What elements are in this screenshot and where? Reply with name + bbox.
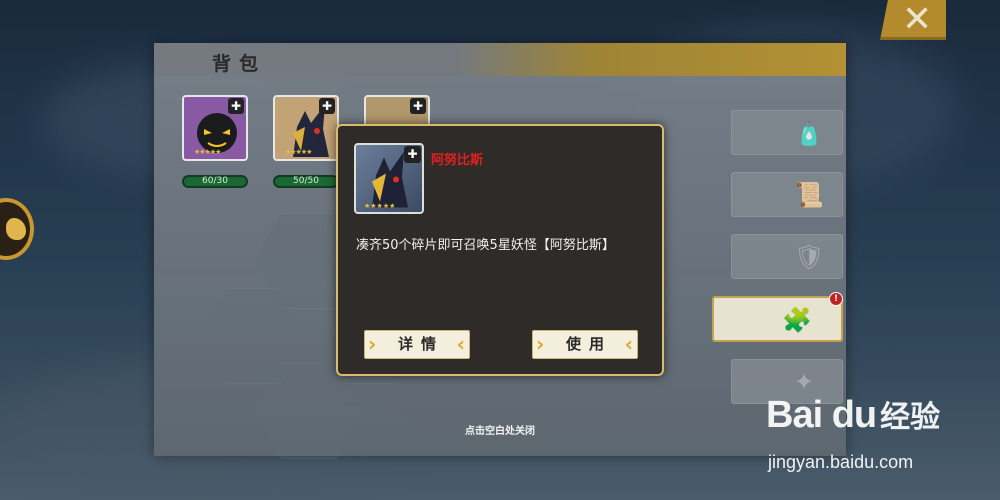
watermark: Bai du 经验 jingyan.baidu.com [766, 392, 941, 472]
item-count-1: 60/30 [182, 175, 248, 188]
item-name: 阿努比斯 [431, 153, 484, 168]
portrait-stars: ★★★★★ [364, 202, 396, 210]
watermark-cn: 经验 [880, 400, 941, 435]
anubis-portrait: ✚ ★★★★★ [354, 143, 424, 214]
item-detail-dialog: ✚ ★★★★★ 阿努比斯 凑齐50个碎片即可召唤5星妖怪【阿努比斯】 › 详情 … [336, 124, 664, 376]
puzzle-icon: ✚ [404, 146, 421, 163]
chevron-right-icon: › [536, 332, 545, 356]
details-label: 详情 [397, 335, 444, 353]
puzzle-icon: ✚ [319, 98, 335, 114]
item-description: 凑齐50个碎片即可召唤5星妖怪【阿努比斯】 [356, 238, 615, 253]
puzzle-icon: ✚ [410, 98, 426, 114]
chevron-left-icon: ‹ [624, 332, 633, 356]
panel-header: 背包 [154, 43, 846, 76]
creature-icon [6, 218, 26, 240]
watermark-url: jingyan.baidu.com [768, 452, 914, 472]
armor-icon: 🛡 [794, 243, 825, 271]
chevron-left-icon: ‹ [456, 332, 465, 356]
notification-badge: ! [829, 292, 843, 306]
item-stars: ★★★★★ [194, 148, 221, 156]
tab-consumables[interactable]: 🧴 [731, 110, 843, 155]
item-stars: ★★★★★ [285, 148, 312, 156]
watermark-brand: Bai du [766, 394, 877, 436]
tab-equipment[interactable]: 🛡 [731, 234, 843, 279]
use-label: 使用 [565, 335, 612, 353]
tab-scrolls[interactable]: 📜 [731, 172, 843, 217]
tab-fragments[interactable]: 🧩 ! [712, 292, 843, 342]
scroll-icon: 📜 [794, 181, 824, 209]
puzzle-piece-icon: 🧩 [782, 306, 812, 334]
close-button[interactable]: ✕ [880, 0, 946, 40]
puzzle-icon: ✚ [228, 98, 244, 114]
panel-title: 背包 [212, 53, 267, 75]
bottle-icon: 🧴 [794, 119, 824, 147]
inventory-item-1[interactable]: ✚ ★★★★★ [182, 95, 248, 161]
inventory-item-2[interactable]: ✚ ★★★★★ [273, 95, 339, 161]
close-icon: ✕ [902, 0, 933, 40]
item-count-2: 50/50 [273, 175, 339, 188]
details-button[interactable]: › 详情 ‹ [364, 330, 470, 359]
chevron-right-icon: › [368, 332, 377, 356]
use-button[interactable]: › 使用 ‹ [532, 330, 638, 359]
